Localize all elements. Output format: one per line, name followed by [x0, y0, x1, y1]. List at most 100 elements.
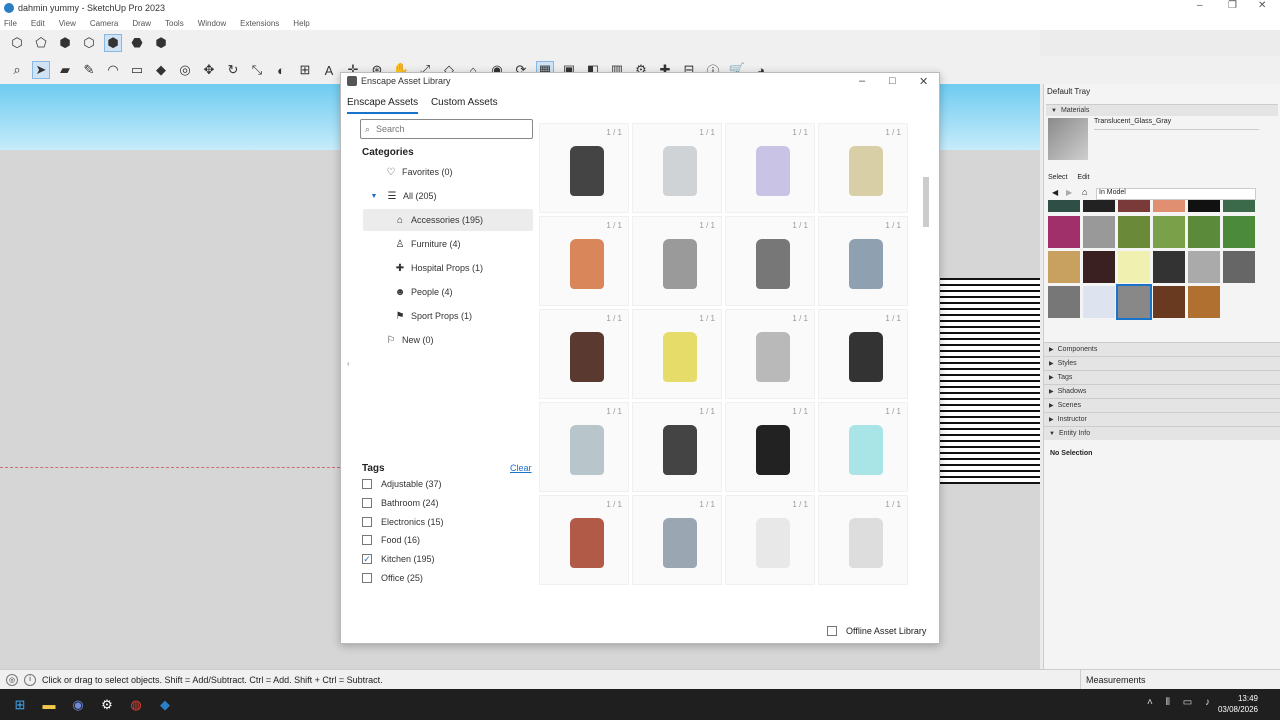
- category-sport-props[interactable]: ⚑ Sport Props (1): [393, 305, 533, 327]
- tag-office[interactable]: Office (25): [362, 573, 423, 583]
- asset-scrollbar[interactable]: [923, 121, 929, 609]
- dialog-maximize-icon[interactable]: □: [889, 75, 896, 87]
- eraser-icon[interactable]: ▰: [56, 61, 74, 79]
- asset-card-glass-bottle[interactable]: 1 / 1: [818, 402, 908, 492]
- section-tags[interactable]: ▶ Tags: [1044, 370, 1280, 384]
- tag-checkbox[interactable]: [362, 535, 372, 545]
- select-tool-icon[interactable]: ➤: [32, 61, 50, 79]
- material-swatch[interactable]: [1118, 200, 1150, 212]
- material-swatch[interactable]: [1153, 216, 1185, 248]
- asset-card-patterned-jug[interactable]: 1 / 1: [539, 123, 629, 213]
- iso-view-icon[interactable]: ⬡: [8, 34, 26, 52]
- section-entity-info[interactable]: ▼ Entity Info: [1044, 426, 1280, 440]
- material-swatch[interactable]: [1188, 200, 1220, 212]
- asset-card-copper-hex-trivet[interactable]: 1 / 1: [539, 216, 629, 306]
- asset-card-yellow-espresso-machine[interactable]: 1 / 1: [632, 309, 722, 399]
- material-swatch[interactable]: [1153, 251, 1185, 283]
- material-swatch[interactable]: [1188, 286, 1220, 318]
- clock[interactable]: 13:49 03/08/2026: [1218, 693, 1258, 715]
- select-tab[interactable]: Select: [1048, 174, 1067, 181]
- tag-food[interactable]: Food (16): [362, 535, 420, 545]
- top-view-icon[interactable]: ⬠: [32, 34, 50, 52]
- asset-card-coffee-machine[interactable]: 1 / 1: [818, 309, 908, 399]
- menu-draw[interactable]: Draw: [132, 19, 151, 28]
- asset-card-glass-jar[interactable]: 1 / 1: [632, 495, 722, 585]
- rectangle-icon[interactable]: ▭: [128, 61, 146, 79]
- asset-card-floral-jug[interactable]: 1 / 1: [818, 123, 908, 213]
- windows-start-icon[interactable]: ⊞: [10, 695, 30, 715]
- tag-adjustable[interactable]: Adjustable (37): [362, 479, 442, 489]
- material-swatch[interactable]: [1188, 216, 1220, 248]
- offline-checkbox[interactable]: [827, 626, 837, 636]
- asset-card-thermal-coffee-maker[interactable]: 1 / 1: [725, 402, 815, 492]
- menu-window[interactable]: Window: [198, 19, 226, 28]
- close-icon[interactable]: ✕: [1258, 0, 1266, 11]
- menu-camera[interactable]: Camera: [90, 19, 118, 28]
- material-swatch[interactable]: [1188, 251, 1220, 283]
- category-furniture[interactable]: ♙ Furniture (4): [393, 233, 533, 255]
- network-icon[interactable]: ▭: [1183, 697, 1192, 708]
- asset-card-lilac-jug[interactable]: 1 / 1: [725, 123, 815, 213]
- asset-card-steel-espresso-machine[interactable]: 1 / 1: [725, 309, 815, 399]
- back-view-icon[interactable]: ⬢: [104, 34, 122, 52]
- material-swatch[interactable]: [1116, 284, 1152, 320]
- asset-card-white-jug[interactable]: 1 / 1: [632, 123, 722, 213]
- category-people[interactable]: ☻ People (4): [393, 281, 533, 303]
- category-new[interactable]: ⚐ New (0): [384, 329, 534, 351]
- chevron-up-icon[interactable]: ˄: [1147, 697, 1153, 708]
- material-swatch[interactable]: [1083, 286, 1115, 318]
- discord-icon[interactable]: ◉: [68, 695, 88, 715]
- edit-tab[interactable]: Edit: [1077, 174, 1089, 181]
- asset-card-moka-pot[interactable]: 1 / 1: [725, 216, 815, 306]
- material-name-field[interactable]: Translucent_Glass_Gray: [1094, 118, 1259, 130]
- category-hospital-props[interactable]: ✚ Hospital Props (1): [393, 257, 533, 279]
- menu-file[interactable]: File: [4, 19, 17, 28]
- back-arrow-icon[interactable]: ◀: [1052, 188, 1058, 197]
- tag-kitchen[interactable]: ✓ Kitchen (195): [362, 554, 435, 564]
- microphone-icon[interactable]: ⦀: [1166, 697, 1170, 708]
- tag-bathroom[interactable]: Bathroom (24): [362, 498, 439, 508]
- asset-card-labeled-canister[interactable]: 1 / 1: [818, 495, 908, 585]
- materials-section-header[interactable]: ▼ Materials: [1046, 104, 1278, 116]
- category-accessories[interactable]: ⌂ Accessories (195): [363, 209, 533, 231]
- tab-enscape-assets[interactable]: Enscape Assets: [347, 97, 419, 114]
- geolocation-icon[interactable]: ◎: [6, 673, 18, 686]
- material-swatch[interactable]: [1048, 200, 1080, 212]
- asset-card-french-press[interactable]: 1 / 1: [539, 309, 629, 399]
- dialog-minimize-icon[interactable]: –: [859, 75, 865, 87]
- asset-card-white-canister[interactable]: 1 / 1: [725, 495, 815, 585]
- text-tool-icon[interactable]: A: [320, 61, 338, 79]
- forward-arrow-icon[interactable]: ▶: [1066, 188, 1072, 197]
- material-swatch[interactable]: [1153, 200, 1185, 212]
- arc-icon[interactable]: ◠: [104, 61, 122, 79]
- clear-tags-link[interactable]: Clear: [510, 463, 532, 473]
- material-swatch[interactable]: [1223, 251, 1255, 283]
- move-icon[interactable]: ✥: [200, 61, 218, 79]
- tag-checkbox[interactable]: [362, 573, 372, 583]
- material-swatch[interactable]: [1223, 200, 1255, 212]
- left-view-icon[interactable]: ⬣: [128, 34, 146, 52]
- volume-icon[interactable]: ♪: [1205, 697, 1210, 708]
- section-styles[interactable]: ▶ Styles: [1044, 356, 1280, 370]
- right-view-icon[interactable]: ⬡: [80, 34, 98, 52]
- push-pull-icon[interactable]: ◆: [152, 61, 170, 79]
- category-favorites[interactable]: ♡ Favorites (0): [384, 161, 534, 183]
- file-explorer-icon[interactable]: ▬: [39, 695, 59, 715]
- material-swatch[interactable]: [1048, 286, 1080, 318]
- pencil-icon[interactable]: ✎: [80, 61, 98, 79]
- section-scenes[interactable]: ▶ Scenes: [1044, 398, 1280, 412]
- material-swatch[interactable]: [1048, 251, 1080, 283]
- search-box[interactable]: ⌕: [360, 119, 533, 139]
- minimize-icon[interactable]: –: [1197, 0, 1203, 11]
- tag-checkbox[interactable]: [362, 517, 372, 527]
- collection-dropdown[interactable]: In Model: [1096, 188, 1256, 200]
- tag-checkbox[interactable]: [362, 479, 372, 489]
- collapse-panel-icon[interactable]: ‹: [347, 359, 350, 368]
- zoom-icon[interactable]: ⌕: [8, 61, 26, 79]
- collapse-arrow-icon[interactable]: ▼: [367, 193, 381, 200]
- material-swatch[interactable]: [1223, 216, 1255, 248]
- scrollbar-thumb[interactable]: [923, 177, 929, 227]
- tape-measure-icon[interactable]: ⊞: [296, 61, 314, 79]
- chrome-icon[interactable]: ◍: [126, 695, 146, 715]
- dialog-close-icon[interactable]: ✕: [919, 75, 928, 88]
